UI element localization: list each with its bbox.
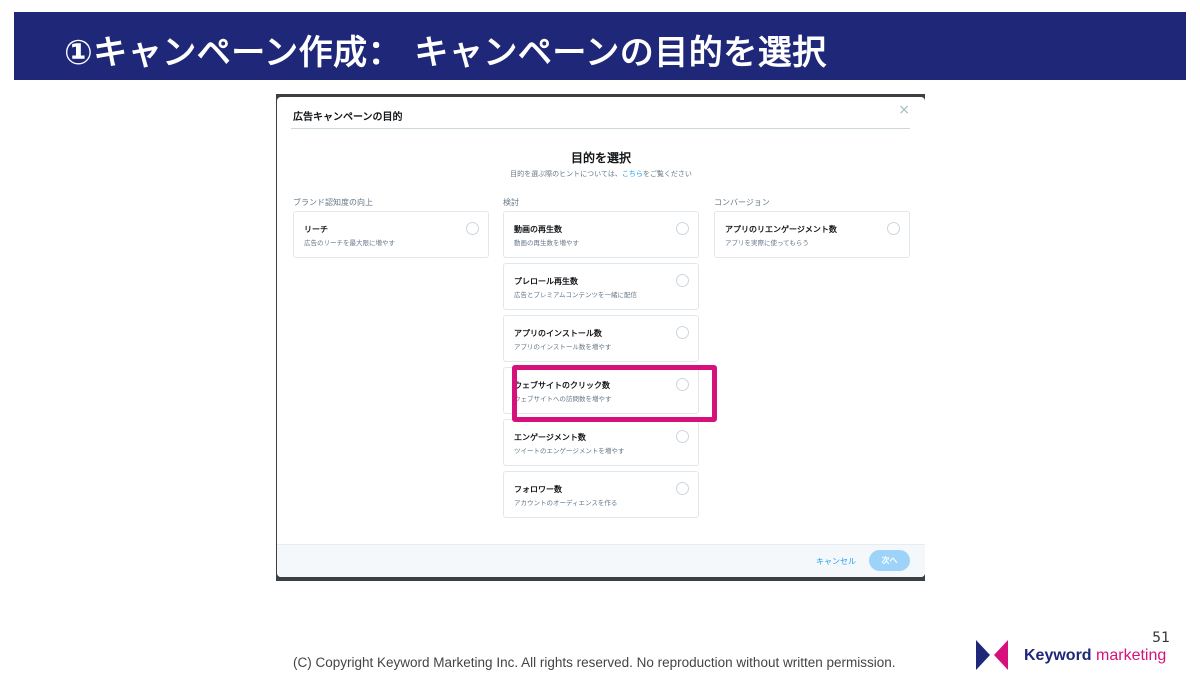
objective-card-engagements[interactable]: エンゲージメント数 ツイートのエンゲージメントを増やす xyxy=(503,419,699,466)
logo-mark-icon xyxy=(976,640,1008,670)
objective-desc: アプリのインストール数を増やす xyxy=(514,343,612,351)
objective-title: エンゲージメント数 xyxy=(514,433,586,442)
objective-desc: 広告とプレミアムコンテンツを一緒に配信 xyxy=(514,291,638,299)
objective-title: フォロワー数 xyxy=(514,485,562,494)
objective-desc: 動画の再生数を増やす xyxy=(514,239,579,247)
dialog-footer: キャンセル 次へ xyxy=(277,544,925,577)
column-label: 検討 xyxy=(503,198,519,207)
cancel-button[interactable]: キャンセル xyxy=(816,556,856,567)
background-page-left xyxy=(263,94,276,581)
objective-card-video-views[interactable]: 動画の再生数 動画の再生数を増やす xyxy=(503,211,699,258)
objective-card-followers[interactable]: フォロワー数 アカウントのオーディエンスを作る xyxy=(503,471,699,518)
close-icon[interactable]: × xyxy=(898,103,910,117)
logo-word-marketing: marketing xyxy=(1096,647,1167,664)
objective-title: プレロール再生数 xyxy=(514,277,578,286)
company-logo: Keyword marketing xyxy=(974,640,1184,672)
objective-title: アプリのインストール数 xyxy=(514,329,602,338)
copyright-notice: (C) Copyright Keyword Marketing Inc. All… xyxy=(293,655,896,670)
hint-suffix: をご覧ください xyxy=(642,170,692,178)
slide-title: ①キャンペーン作成： キャンペーンの目的を選択 xyxy=(64,33,827,73)
column-label: コンバージョン xyxy=(714,198,770,207)
highlight-box xyxy=(512,365,717,422)
objective-desc: 広告のリーチを最大限に増やす xyxy=(304,239,395,247)
objective-title: リーチ xyxy=(304,225,328,234)
dialog-header: 広告キャンペーンの目的 × xyxy=(277,97,925,129)
radio-button[interactable] xyxy=(676,326,689,339)
dialog-title: 広告キャンペーンの目的 xyxy=(293,112,403,123)
hint-link[interactable]: こちら xyxy=(622,170,643,178)
column-label: ブランド認知度の向上 xyxy=(293,198,373,207)
objective-card-app-reengagements[interactable]: アプリのリエンゲージメント数 アプリを実際に使ってもらう xyxy=(714,211,910,258)
objective-card-reach[interactable]: リーチ 広告のリーチを最大限に増やす xyxy=(293,211,489,258)
objective-desc: アカウントのオーディエンスを作る xyxy=(514,499,618,507)
radio-button[interactable] xyxy=(676,430,689,443)
logo-word-keyword: Keyword xyxy=(1024,647,1092,664)
header-divider xyxy=(291,128,910,129)
objective-desc: ツイートのエンゲージメントを増やす xyxy=(514,447,625,455)
next-button[interactable]: 次へ xyxy=(869,550,910,571)
radio-button[interactable] xyxy=(676,274,689,287)
campaign-objective-dialog: 広告キャンペーンの目的 × 目的を選択 目的を選ぶ際のヒントについては、こちらを… xyxy=(277,97,925,577)
objective-title: 動画の再生数 xyxy=(514,225,562,234)
objective-desc: アプリを実際に使ってもらう xyxy=(725,239,809,247)
radio-button[interactable] xyxy=(676,482,689,495)
hint-prefix: 目的を選ぶ際のヒントについては、 xyxy=(510,170,622,178)
dialog-hint: 目的を選ぶ際のヒントについては、こちらをご覧ください xyxy=(277,169,925,179)
dialog-heading: 目的を選択 xyxy=(570,151,631,165)
embedded-screenshot: 広告キャンペーンの目的 × 目的を選択 目的を選ぶ際のヒントについては、こちらを… xyxy=(263,94,938,581)
radio-button[interactable] xyxy=(466,222,479,235)
logo-text: Keyword marketing xyxy=(1024,647,1166,665)
objective-title: アプリのリエンゲージメント数 xyxy=(725,225,837,234)
background-page-right xyxy=(925,94,938,581)
radio-button[interactable] xyxy=(887,222,900,235)
title-banner: ①キャンペーン作成： キャンペーンの目的を選択 xyxy=(14,12,1186,80)
radio-button[interactable] xyxy=(676,222,689,235)
objective-card-preroll-views[interactable]: プレロール再生数 広告とプレミアムコンテンツを一緒に配信 xyxy=(503,263,699,310)
objective-card-app-installs[interactable]: アプリのインストール数 アプリのインストール数を増やす xyxy=(503,315,699,362)
